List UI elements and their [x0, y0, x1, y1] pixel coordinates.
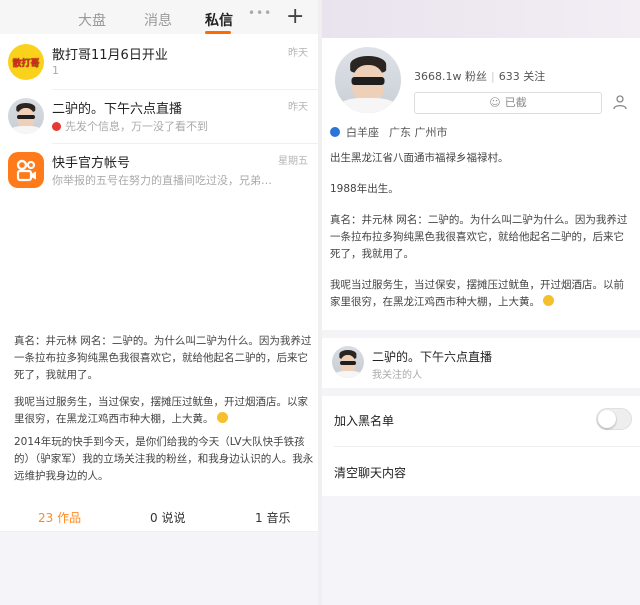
profile-tabs: 23 作品 0 说说 1 音乐: [0, 503, 318, 531]
unread-icon: [52, 122, 61, 131]
setting-label: 清空聊天内容: [334, 466, 407, 480]
zodiac-tag: 白羊座: [346, 126, 379, 139]
active-tab-indicator: [205, 31, 231, 34]
tab-works[interactable]: 23 作品: [38, 509, 81, 526]
avatar: [332, 346, 364, 378]
add-icon[interactable]: +: [286, 4, 304, 29]
follow-counts: 3668.1w 粉丝 | 633 关注: [414, 70, 546, 83]
setting-label: 加入黑名单: [334, 414, 395, 428]
message-item[interactable]: 散打哥 散打哥11月6日开业 1 昨天: [0, 36, 318, 90]
profile-avatar[interactable]: [332, 44, 404, 116]
profile-bio: 真名：井元林 网名：二驴的。为什么叫二驴为什么。因为我养过一条拉布拉多狗纯黑色我…: [14, 333, 314, 495]
blacklist-toggle[interactable]: [596, 408, 632, 430]
messages-panel: 大盘 消息 私信 ••• + 散打哥 散打哥11月6日开业 1 昨天 二驴的。下…: [0, 0, 318, 605]
bio-paragraph: 我呢当过服务生，当过保安，摆摊压过鱿鱼，开过烟酒店。以家里很穷，在黑龙江鸡西市种…: [14, 396, 308, 425]
tab-private-messages[interactable]: 私信: [205, 10, 233, 30]
tab-music[interactable]: 1 音乐: [255, 509, 290, 526]
bio-paragraph: 真名：井元林 网名：二驴的。为什么叫二驴为什么。因为我养过一条拉布拉多狗纯黑色我…: [14, 335, 312, 381]
cover-image: [322, 0, 640, 38]
zodiac-icon: [330, 127, 340, 137]
message-time: 星期五: [278, 156, 308, 167]
profile-panel: 3668.1w 粉丝 | 633 关注 ☺ 已截 白羊座 广东 广州市 出生黑龙江省八面…: [322, 0, 640, 605]
contact-relation: 我关注的人: [372, 370, 422, 381]
followed-button[interactable]: ☺ 已截: [414, 92, 602, 114]
divider: [334, 446, 640, 447]
empty-area: [0, 196, 318, 326]
message-item[interactable]: 二驴的。下午六点直播 先发个信息，万一没了看不到 昨天: [0, 90, 318, 144]
message-sender: 快手官方帐号: [52, 156, 131, 171]
contact-name: 二驴的。下午六点直播: [372, 350, 493, 364]
section-gap: [322, 388, 640, 396]
tab-bar: 大盘 消息 私信 ••• +: [0, 0, 318, 34]
avatar: [8, 98, 44, 134]
contact-row[interactable]: 二驴的。下午六点直播 我关注的人: [322, 338, 640, 388]
bio-paragraph: 真名：井元林 网名：二驴的。为什么叫二驴为什么。因为我养过一条拉布拉多狗纯黑色我…: [330, 214, 628, 260]
message-time: 昨天: [288, 102, 308, 113]
section-gap: [322, 330, 640, 338]
profile-tags: 白羊座 广东 广州市: [330, 124, 448, 140]
more-icon[interactable]: •••: [248, 6, 272, 20]
user-check-icon: ☺: [489, 96, 501, 109]
location-tag: 广东 广州市: [389, 126, 448, 139]
tab-posts[interactable]: 0 说说: [150, 509, 185, 526]
message-time: 昨天: [288, 48, 308, 59]
content-area: [0, 532, 318, 605]
profile-bio: 出生黑龙江省八面通市福禄乡福禄村。 1988年出生。 真名：井元林 网名：二驴的…: [330, 150, 634, 325]
empty-area: [322, 496, 640, 605]
clear-chat-setting[interactable]: 清空聊天内容: [322, 448, 640, 496]
message-sender: 二驴的。下午六点直播: [52, 102, 183, 117]
message-item[interactable]: 快手官方帐号 你举报的五号在努力的直播间吃过没，兄弟… 星期五: [0, 144, 318, 198]
fans-count[interactable]: 3668.1w 粉丝: [414, 70, 487, 83]
message-preview: 1: [52, 64, 59, 77]
message-preview: 你举报的五号在努力的直播间吃过没，兄弟…: [52, 174, 272, 187]
tab-discover[interactable]: 大盘: [78, 10, 106, 30]
smile-icon: [543, 295, 555, 306]
message-sender: 散打哥11月6日开业: [52, 48, 168, 63]
bio-paragraph: 2014年玩的快手到今天，是你们给我的今天（LV大队快手铁孩的）（驴家军）我的立…: [14, 436, 314, 482]
bio-paragraph: 我呢当过服务生，当过保安，摆摊压过鱿鱼，开过烟酒店。以前家里很穷，在黑龙江鸡西市…: [330, 279, 624, 308]
smile-icon: [216, 412, 228, 423]
avatar: 散打哥: [8, 44, 44, 80]
bio-paragraph: 1988年出生。: [330, 183, 399, 195]
kuaishou-logo-icon: [8, 152, 44, 188]
message-preview: 先发个信息，万一没了看不到: [52, 118, 208, 134]
following-count[interactable]: 633 关注: [499, 70, 546, 83]
blacklist-setting[interactable]: 加入黑名单: [322, 396, 640, 444]
user-icon[interactable]: [612, 94, 628, 110]
tab-messages[interactable]: 消息: [144, 10, 172, 30]
bio-paragraph: 出生黑龙江省八面通市福禄乡福禄村。: [330, 152, 509, 164]
